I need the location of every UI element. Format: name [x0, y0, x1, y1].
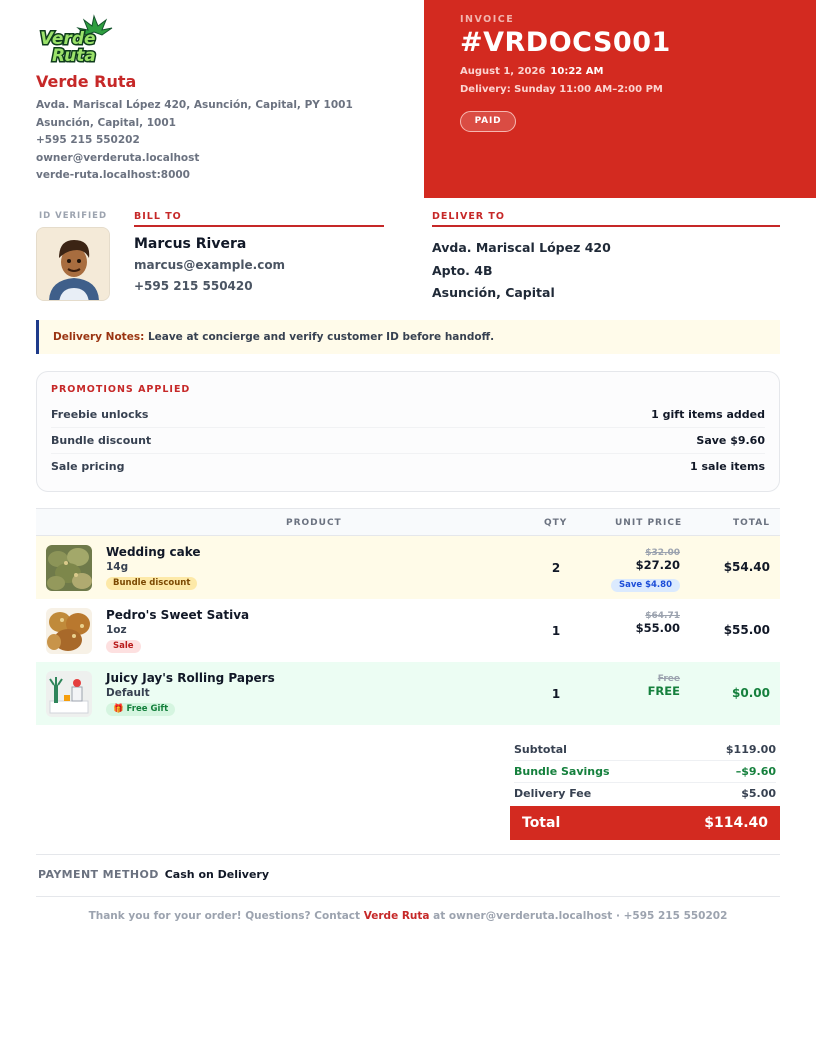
- product-thumbnail-flower: [46, 608, 92, 654]
- brand-logo: Verde Ruta: [36, 14, 116, 68]
- invoice-header-panel: INVOICE #VRDOCS001 August 1, 2026 10:22 A…: [424, 0, 816, 198]
- unit-price: Free FREE: [648, 674, 680, 698]
- column-header-total: TOTAL: [733, 518, 770, 528]
- delivery-address-line: Avda. Mariscal López 420: [432, 240, 611, 255]
- invoice-date: August 1, 2026: [460, 66, 546, 77]
- customer-phone: +595 215 550420: [134, 279, 253, 293]
- line-total: $55.00: [723, 623, 770, 637]
- table-row: Wedding cake 14g Bundle discount 2 $32.0…: [36, 536, 780, 599]
- table-row: Juicy Jay's Rolling Papers Default 🎁 Fre…: [36, 662, 780, 725]
- status-badge: PAID: [460, 111, 516, 132]
- promotions-title: PROMOTIONS APPLIED: [51, 384, 191, 395]
- merchant-website: verde-ruta.localhost:8000: [36, 169, 190, 182]
- delivery-address-line: Asunción, Capital: [432, 285, 555, 300]
- customer-avatar: [36, 227, 110, 301]
- promotion-row: Bundle discount Save $9.60: [51, 428, 765, 454]
- product-thumbnail-papers: [46, 671, 92, 717]
- invoice-label: INVOICE: [460, 14, 515, 25]
- current-price: $27.20: [635, 558, 680, 572]
- grand-total-value: $114.40: [704, 815, 768, 831]
- column-header-qty: QTY: [544, 518, 568, 528]
- divider: [36, 854, 780, 855]
- product-thumbnail-flower: [46, 545, 92, 591]
- customer-email: marcus@example.com: [134, 258, 286, 272]
- product-variant: 1oz: [106, 624, 127, 636]
- promotion-label: Bundle discount: [51, 434, 152, 447]
- unit-price: $64.71 $55.00: [636, 611, 680, 635]
- payment-method-label: PAYMENT METHOD: [38, 868, 159, 881]
- merchant-name: Verde Ruta: [36, 72, 137, 91]
- subtotal-row: Subtotal $119.00: [514, 739, 776, 761]
- line-total: $0.00: [732, 686, 770, 700]
- customer-name: Marcus Rivera: [134, 236, 247, 252]
- bundle-discount-badge: Bundle discount: [106, 577, 198, 590]
- current-price: FREE: [647, 684, 680, 698]
- payment-method: PAYMENT METHOD Cash on Delivery: [38, 868, 269, 881]
- delivery-notes: Delivery Notes: Leave at concierge and v…: [36, 320, 780, 354]
- delivery-notes-text: Leave at concierge and verify customer I…: [147, 331, 495, 343]
- product-qty: 1: [551, 687, 561, 701]
- promotion-value: 1 sale items: [689, 460, 765, 473]
- footer-brand: Verde Ruta: [363, 910, 430, 922]
- promotion-value: Save $9.60: [696, 434, 765, 447]
- savings-badge: Save $4.80: [610, 579, 680, 592]
- payment-method-value: Cash on Delivery: [164, 868, 270, 881]
- merchant-email: owner@verderuta.localhost: [36, 151, 200, 164]
- promotions-box: PROMOTIONS APPLIED Freebie unlocks 1 gif…: [36, 371, 780, 492]
- merchant-address-line: Asunción, Capital, 1001: [36, 116, 176, 129]
- savings-label: Bundle Savings: [514, 765, 610, 778]
- footer-message: Thank you for your order! Questions? Con…: [36, 910, 780, 922]
- invoice-number: #VRDOCS001: [460, 27, 671, 58]
- divider: [36, 896, 780, 897]
- unit-price: $32.00 $27.20 Save $4.80: [610, 548, 680, 592]
- subtotal-value: $119.00: [725, 743, 776, 756]
- deliver-to-heading: DELIVER TO: [432, 211, 780, 227]
- invoice-datetime: August 1, 2026 10:22 AM: [460, 66, 603, 77]
- promotion-row: Sale pricing 1 sale items: [51, 454, 765, 480]
- delivery-fee-label: Delivery Fee: [514, 787, 592, 800]
- column-header-unit-price: UNIT PRICE: [615, 518, 683, 528]
- column-header-product: PRODUCT: [286, 518, 342, 528]
- items-table-header: PRODUCT QTY UNIT PRICE TOTAL: [36, 508, 780, 536]
- merchant-phone: +595 215 550202: [36, 134, 140, 147]
- savings-value: –$9.60: [735, 765, 776, 778]
- merchant-address: Avda. Mariscal López 420, Asunción, Capi…: [36, 97, 353, 185]
- invoice-time: 10:22 AM: [550, 66, 604, 77]
- product-name: Juicy Jay's Rolling Papers: [106, 671, 275, 685]
- invoice-delivery-window: Delivery: Sunday 11:00 AM–2:00 PM: [460, 84, 663, 95]
- line-total: $54.40: [723, 560, 770, 574]
- product-variant: Default: [106, 687, 150, 699]
- footer-text: Thank you for your order! Questions? Con…: [88, 910, 364, 922]
- promotion-value: 1 gift items added: [651, 408, 765, 421]
- bill-to-heading: BILL TO: [134, 211, 384, 227]
- delivery-address-line: Apto. 4B: [432, 262, 493, 278]
- delivery-fee-value: $5.00: [741, 787, 776, 800]
- logo-word-2: Ruta: [52, 46, 96, 66]
- product-qty: 2: [551, 561, 561, 575]
- savings-row: Bundle Savings –$9.60: [514, 761, 776, 783]
- product-name: Pedro's Sweet Sativa: [106, 608, 250, 622]
- subtotal-label: Subtotal: [514, 743, 567, 756]
- table-row: Pedro's Sweet Sativa 1oz Sale 1 $64.71 $…: [36, 599, 780, 662]
- free-gift-badge: 🎁 Free Gift: [106, 703, 176, 716]
- product-variant: 14g: [106, 561, 129, 573]
- grand-total-label: Total: [522, 815, 561, 831]
- delivery-address: Avda. Mariscal López 420 Apto. 4B Asunci…: [432, 237, 611, 305]
- promotion-label: Sale pricing: [51, 460, 125, 473]
- footer-contact: at owner@verderuta.localhost · +595 215 …: [429, 910, 728, 922]
- grand-total-row: Total $114.40: [510, 806, 780, 840]
- delivery-notes-label: Delivery Notes:: [53, 331, 145, 343]
- id-verified-label: ID VERIFIED: [38, 211, 108, 221]
- product-qty: 1: [551, 624, 561, 638]
- sale-badge: Sale: [106, 640, 141, 653]
- product-name: Wedding cake: [106, 545, 201, 559]
- delivery-fee-row: Delivery Fee $5.00: [514, 783, 776, 805]
- merchant-address-line: Avda. Mariscal López 420, Asunción, Capi…: [36, 99, 353, 111]
- current-price: $55.00: [635, 621, 680, 635]
- promotion-label: Freebie unlocks: [51, 408, 149, 421]
- promotion-row: Freebie unlocks 1 gift items added: [51, 402, 765, 428]
